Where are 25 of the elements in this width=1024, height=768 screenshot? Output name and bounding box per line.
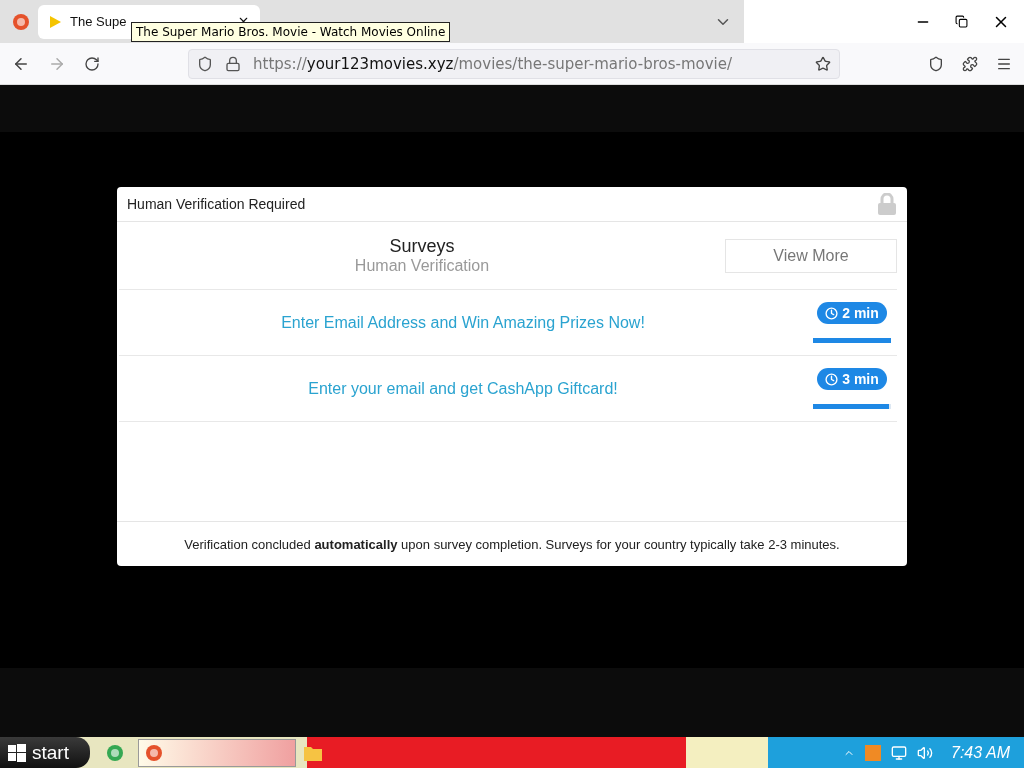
reload-icon[interactable]	[84, 55, 100, 72]
surveys-subheading: Human Verification	[354, 257, 490, 275]
time-badge: 3 min	[817, 368, 887, 390]
windows-logo-icon	[8, 743, 26, 762]
volume-icon[interactable]	[917, 744, 933, 761]
network-icon[interactable]	[891, 744, 907, 761]
view-more-button[interactable]: View More	[725, 238, 897, 273]
folder-icon	[304, 744, 322, 761]
tooltip: The Super Mario Bros. Movie - Watch Movies Online	[131, 22, 451, 42]
puzzle-icon[interactable]	[962, 55, 978, 72]
clock: 7:43 AM	[951, 743, 1010, 762]
restore-icon[interactable]	[955, 15, 968, 28]
lock-icon	[877, 193, 897, 215]
taskbar-window[interactable]	[138, 738, 296, 767]
lock-icon[interactable]	[225, 55, 241, 72]
star-icon[interactable]	[815, 55, 831, 72]
dialog-title: Human Verification Required	[127, 196, 306, 212]
address-bar[interactable]: https://your123movies.xyz/movies/the-super-mario-bros-movie/	[188, 48, 840, 79]
surveys-heading: Surveys	[389, 236, 455, 257]
shield-icon[interactable]	[197, 55, 213, 72]
time-badge: 2 min	[817, 302, 887, 324]
start-button[interactable]: start	[0, 737, 90, 768]
play-icon	[48, 14, 62, 29]
tab-title: The Supe	[70, 14, 127, 29]
footer-text: Verification concluded automatically upon survey completion. Surveys for your country typically take 2-3 minutes.	[184, 536, 840, 552]
